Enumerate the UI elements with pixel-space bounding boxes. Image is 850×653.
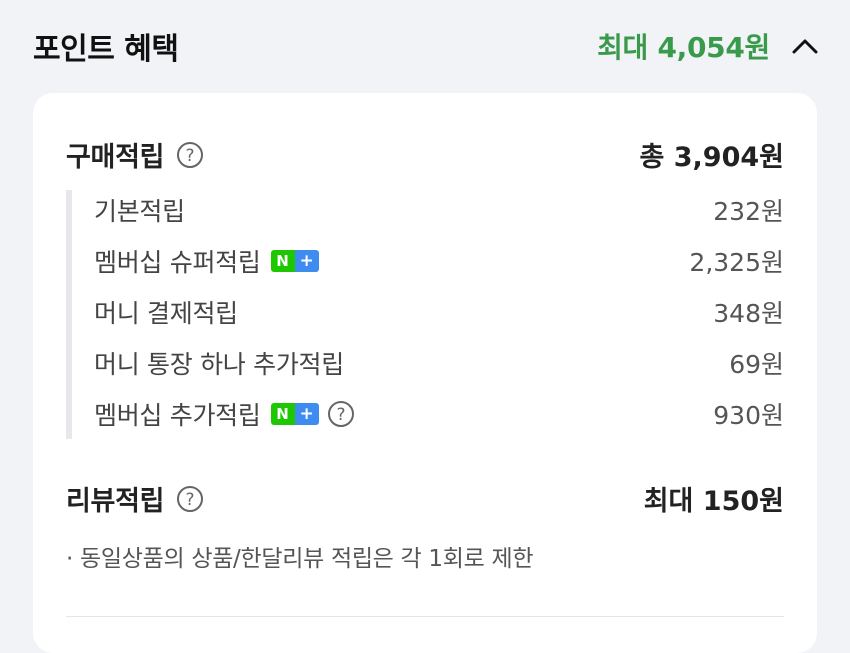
divider bbox=[66, 616, 784, 617]
purchase-points-total: 총 3,904원 bbox=[639, 142, 784, 173]
review-points-title: 리뷰적립 bbox=[66, 486, 165, 517]
purchase-points-title: 구매적립 bbox=[66, 142, 165, 173]
list-item: 기본적립 232원 bbox=[94, 190, 784, 230]
point-benefits-header[interactable]: 포인트 혜택 최대 4,054원 bbox=[0, 0, 850, 94]
item-value: 69원 bbox=[729, 350, 784, 379]
list-item: 멤버십 추가적립 N + ? 930원 bbox=[94, 394, 784, 434]
svg-text:?: ? bbox=[186, 490, 195, 510]
item-label: 기본적립 bbox=[94, 197, 185, 226]
naver-plus-badge: N + bbox=[270, 250, 319, 272]
list-item: 머니 결제적립 348원 bbox=[94, 292, 784, 332]
purchase-points-row: 구매적립 ? 총 3,904원 bbox=[66, 135, 784, 174]
svg-text:?: ? bbox=[186, 146, 195, 166]
item-label: 머니 통장 하나 추가적립 bbox=[94, 350, 344, 379]
section-title: 포인트 혜택 bbox=[33, 32, 179, 67]
header-right: 최대 4,054원 bbox=[597, 26, 820, 66]
review-points-note: · 동일상품의 상품/한달리뷰 적립은 각 1회로 제한 bbox=[66, 546, 534, 572]
item-value: 2,325원 bbox=[689, 248, 784, 277]
list-item: 머니 통장 하나 추가적립 69원 bbox=[94, 343, 784, 383]
item-value: 348원 bbox=[713, 299, 784, 328]
question-circle-icon[interactable]: ? bbox=[327, 400, 355, 428]
max-points-amount: 최대 4,054원 bbox=[597, 31, 770, 64]
item-label: 머니 결제적립 bbox=[94, 299, 238, 328]
item-value: 232원 bbox=[713, 197, 784, 226]
question-circle-icon[interactable]: ? bbox=[176, 485, 204, 513]
item-value: 930원 bbox=[713, 401, 784, 430]
review-points-value: 최대 150원 bbox=[643, 486, 784, 517]
item-label: 멤버십 슈퍼적립 bbox=[94, 248, 261, 277]
review-points-row: 리뷰적립 ? 최대 150원 bbox=[66, 479, 784, 518]
item-label: 멤버십 추가적립 bbox=[94, 401, 261, 430]
benefits-card: 구매적립 ? 총 3,904원 기본적립 232원 멤버십 슈퍼적립 N + 2… bbox=[33, 93, 817, 653]
chevron-up-icon[interactable] bbox=[790, 31, 820, 61]
purchase-points-breakdown: 기본적립 232원 멤버십 슈퍼적립 N + 2,325원 머니 결제적립 34… bbox=[66, 190, 784, 439]
svg-text:?: ? bbox=[336, 405, 345, 425]
list-item: 멤버십 슈퍼적립 N + 2,325원 bbox=[94, 241, 784, 281]
naver-plus-badge: N + bbox=[270, 403, 319, 425]
question-circle-icon[interactable]: ? bbox=[176, 141, 204, 169]
